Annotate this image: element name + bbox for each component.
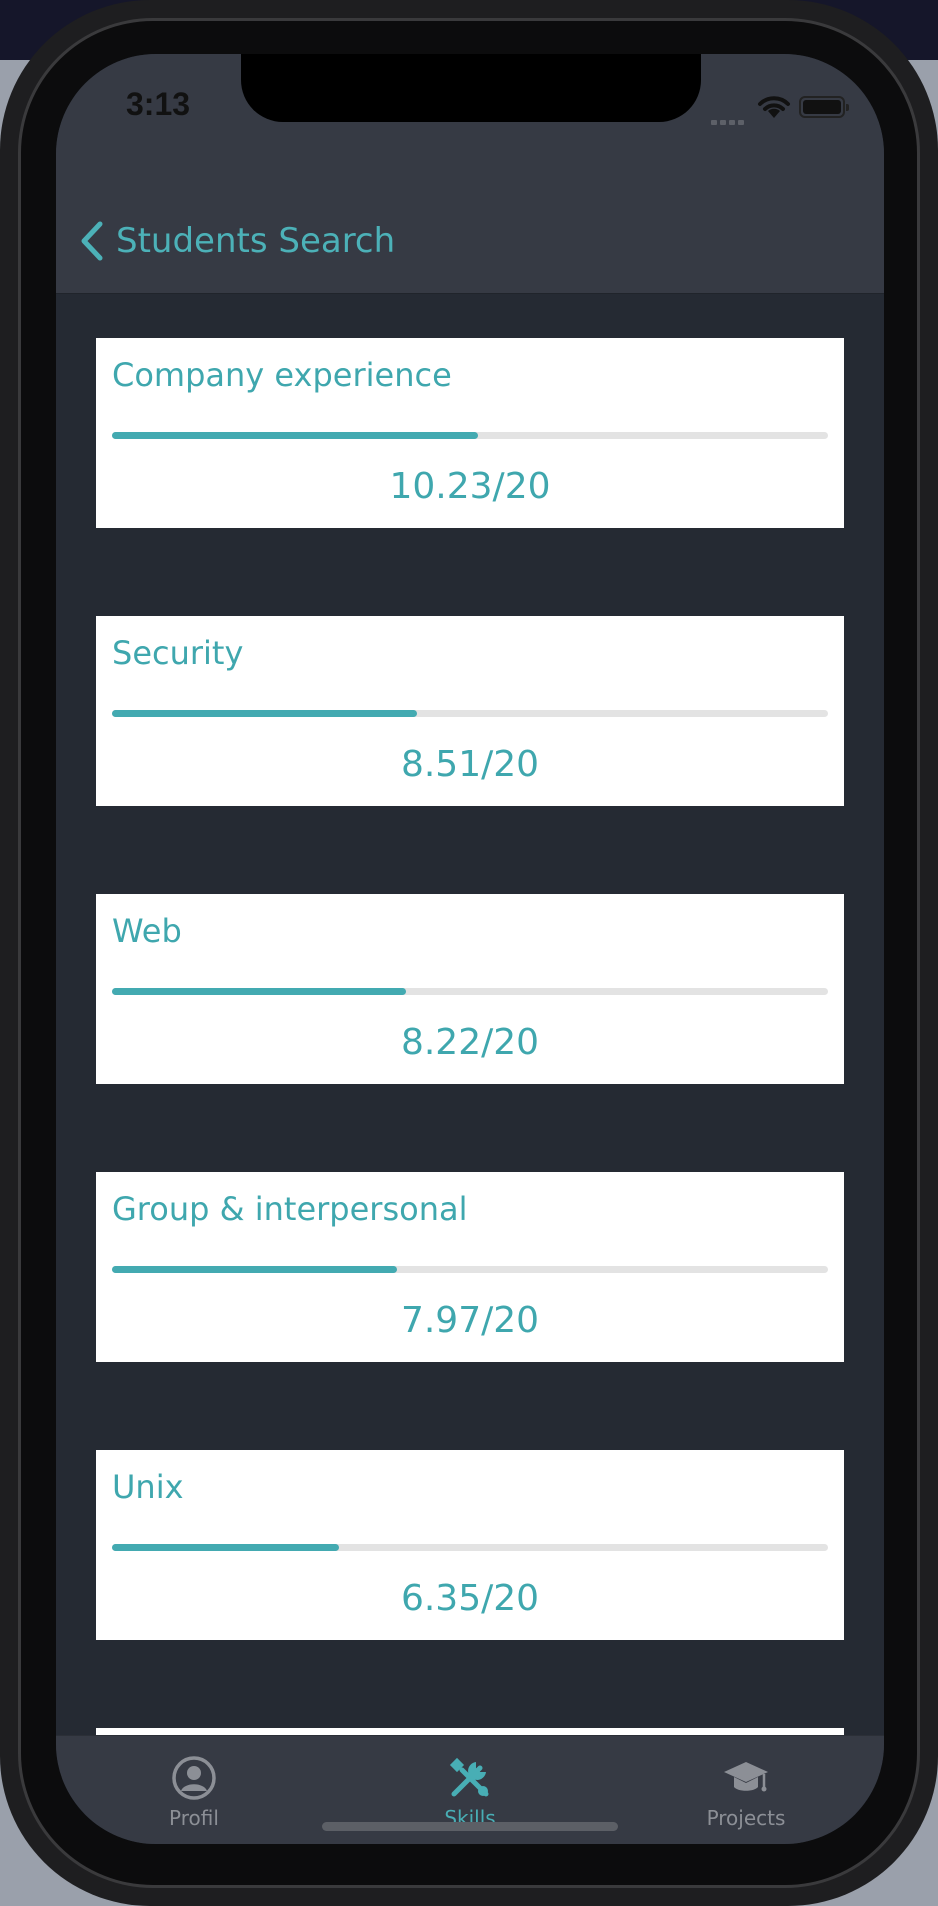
skill-name: Company experience: [112, 356, 452, 394]
back-button[interactable]: Students Search: [78, 216, 395, 266]
skill-progress-bar: [112, 988, 828, 995]
tab-skills[interactable]: Skills: [370, 1754, 570, 1830]
skill-card-partial: [96, 1728, 844, 1735]
skill-progress-fill: [112, 1544, 340, 1551]
tab-projects[interactable]: Projects: [646, 1754, 846, 1830]
skill-progress-fill: [112, 988, 407, 995]
notch: [241, 54, 701, 122]
skill-score: 8.51/20: [400, 744, 540, 785]
status-time: 3:13: [126, 86, 191, 122]
person-circle-icon: [172, 1756, 216, 1800]
skill-progress-fill: [112, 432, 479, 439]
phone-screen: 3:13 Students Search Company experience …: [56, 54, 884, 1844]
skill-progress-fill: [112, 710, 417, 717]
skill-progress-bar: [112, 1544, 828, 1551]
home-indicator: [322, 1822, 618, 1831]
skill-progress-bar: [112, 710, 828, 717]
skill-name: Group & interpersonal: [112, 1190, 468, 1228]
navigation-bar: Students Search: [56, 184, 884, 294]
back-button-label: Students Search: [116, 221, 396, 261]
skill-name: Web: [112, 912, 182, 950]
tab-label: Projects: [706, 1806, 786, 1830]
skill-card: Group & interpersonal 7.97/20: [96, 1172, 844, 1362]
skills-list[interactable]: Company experience 10.23/20 Security 8.5…: [56, 295, 884, 1735]
battery-icon: [799, 96, 849, 118]
skill-score: 10.23/20: [389, 466, 551, 507]
graduation-cap-icon: [724, 1762, 768, 1792]
skill-progress-bar: [112, 432, 828, 439]
tab-profil[interactable]: Profil: [94, 1754, 294, 1830]
skill-name: Security: [112, 634, 244, 672]
tools-icon: [449, 1757, 489, 1797]
skill-card: Security 8.51/20: [96, 616, 844, 806]
skill-score: 6.35/20: [400, 1578, 540, 1619]
skill-card: Unix 6.35/20: [96, 1450, 844, 1640]
skill-card: Web 8.22/20: [96, 894, 844, 1084]
skill-progress-bar: [112, 1266, 828, 1273]
skill-name: Unix: [112, 1468, 184, 1506]
cellular-signal-icon: [711, 110, 747, 125]
skill-score: 8.22/20: [400, 1022, 540, 1063]
wifi-icon: [758, 96, 790, 118]
skill-progress-fill: [112, 1266, 398, 1273]
chevron-left-icon: [81, 221, 103, 261]
skill-score: 7.97/20: [400, 1300, 540, 1341]
tab-label: Profil: [169, 1806, 219, 1830]
skill-card: Company experience 10.23/20: [96, 338, 844, 528]
